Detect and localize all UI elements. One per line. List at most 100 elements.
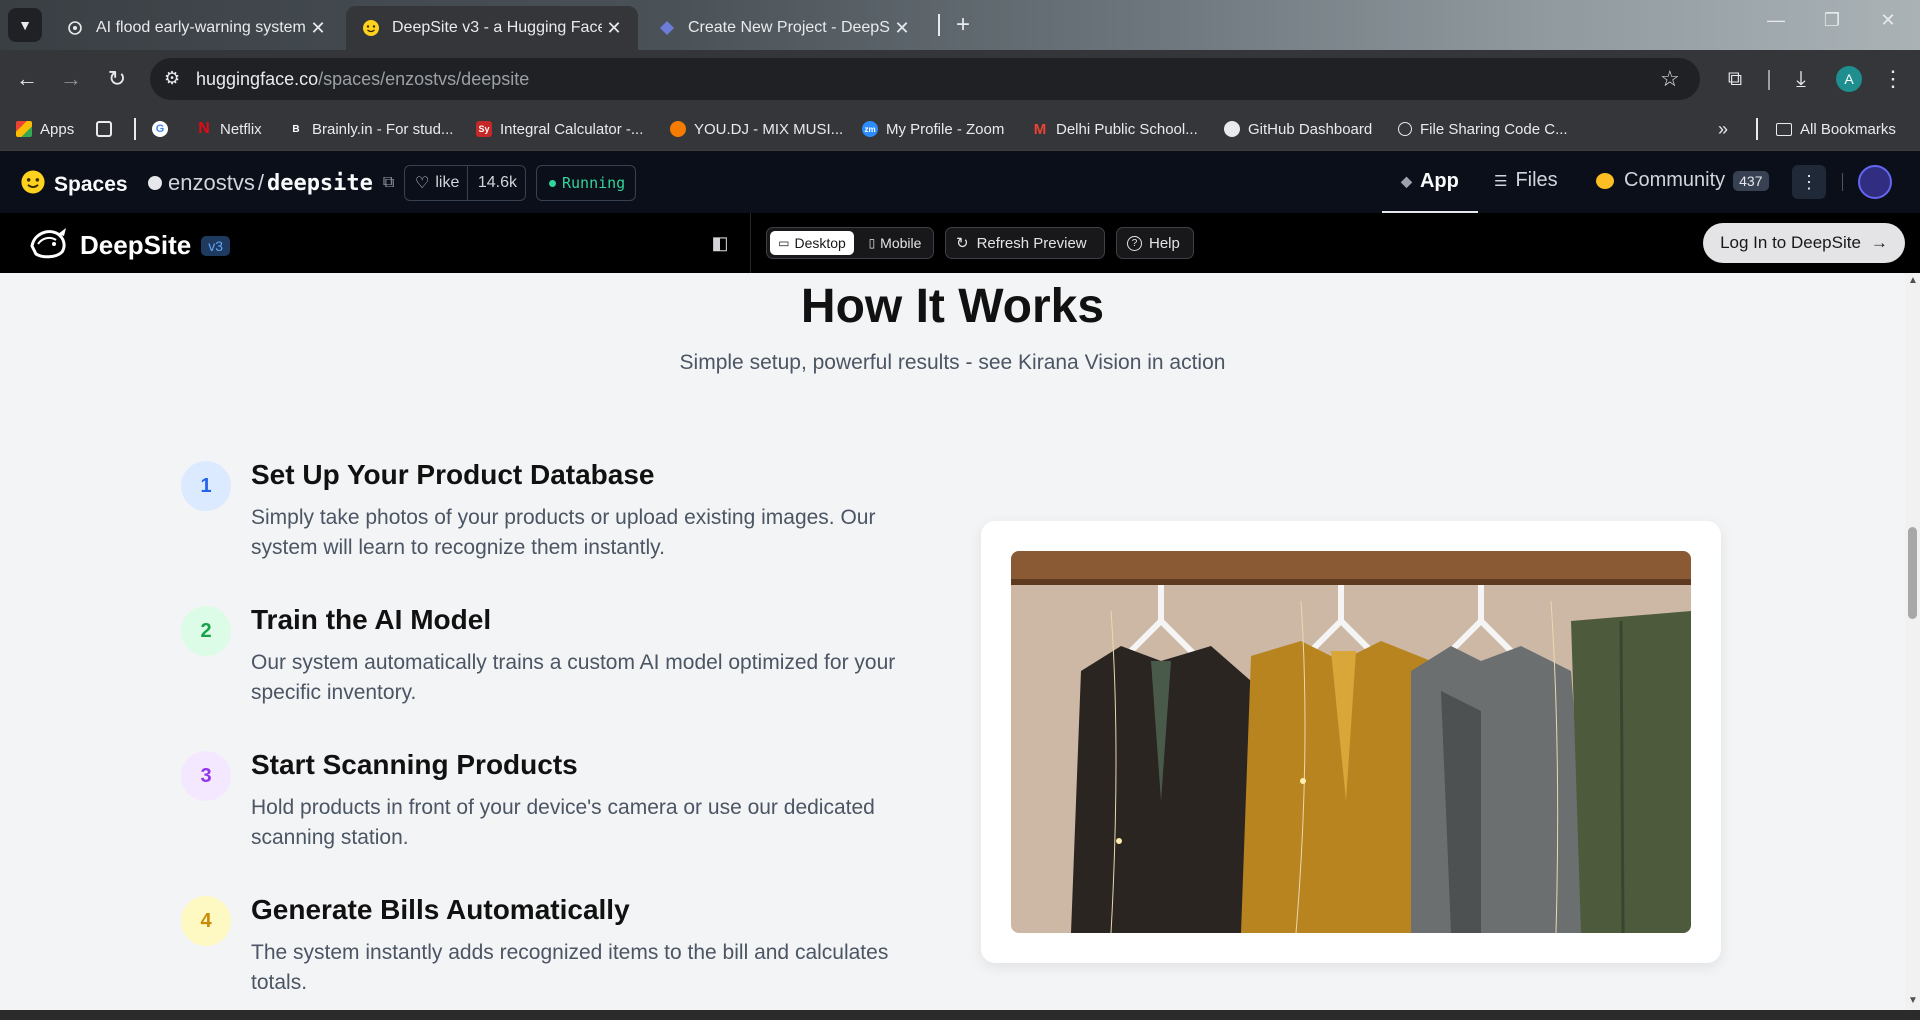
extensions-icon[interactable]: ⧉ — [1720, 64, 1750, 94]
bookmarks-bar: Apps G N Netflix B Brainly.in - For stud… — [0, 108, 1920, 151]
community-icon — [1596, 172, 1614, 189]
all-bookmarks-button[interactable]: All Bookmarks — [1776, 117, 1896, 141]
forward-button[interactable]: → — [56, 64, 86, 94]
close-tab-icon[interactable]: ✕ — [890, 18, 914, 39]
step-description: Hold products in front of your device's … — [251, 796, 875, 849]
help-button[interactable]: ? Help — [1116, 227, 1194, 259]
bookmark-gmail[interactable]: M Delhi Public School... — [1032, 117, 1198, 141]
user-avatar[interactable] — [1858, 165, 1892, 199]
bookmark-github[interactable]: GitHub Dashboard — [1224, 117, 1372, 141]
bottom-edge — [0, 1010, 1920, 1020]
arrow-right-icon: → — [60, 66, 82, 91]
step-title: Set Up Your Product Database — [251, 459, 655, 490]
bookmark-apps[interactable]: Apps — [16, 117, 74, 141]
bookmark-separator — [134, 118, 136, 140]
github-icon — [1224, 121, 1240, 137]
nav-files-tab[interactable]: ☰ Files — [1494, 169, 1558, 192]
deepsite-icon — [658, 19, 676, 37]
like-count: 14.6k — [466, 166, 517, 200]
copy-icon[interactable]: ⧉ — [383, 174, 394, 192]
bookmark-youdj[interactable]: YOU.DJ - MIX MUSI... — [670, 117, 843, 141]
bookmark-integral-calculator[interactable]: Sy Integral Calculator -... — [476, 117, 643, 141]
tab-title: AI flood early-warning system — [96, 19, 306, 36]
maximize-button[interactable]: ❐ — [1812, 10, 1852, 31]
toggle-sidebar-button[interactable]: ◧ — [708, 231, 732, 255]
site-info-icon[interactable]: ⚙ — [164, 68, 180, 89]
tab-flood-warning[interactable]: AI flood early-warning system ✕ — [50, 6, 340, 50]
step-3: 3 Start Scanning Products Hold products … — [181, 749, 941, 861]
step-description: Our system automatically trains a custom… — [251, 651, 896, 704]
minimize-button[interactable]: — — [1756, 10, 1796, 31]
tab-deepsite-space[interactable]: DeepSite v3 - a Hugging Face Space ✕ — [346, 6, 638, 50]
reload-button[interactable]: ↻ — [102, 64, 132, 94]
cube-icon: ◆ — [1401, 172, 1412, 189]
back-button[interactable]: ← — [12, 64, 42, 94]
tab-search-button[interactable]: ▼ — [8, 8, 42, 42]
desktop-view-button[interactable]: ▭ Desktop — [770, 231, 854, 255]
google-icon: G — [152, 121, 168, 137]
grid-icon — [96, 121, 112, 137]
step-title: Train the AI Model — [251, 604, 492, 635]
more-vertical-icon: ⋮ — [1800, 172, 1818, 192]
step-number-badge: 1 — [181, 461, 231, 511]
nav-app-tab[interactable]: ◆ App — [1382, 151, 1478, 213]
bookmark-brainly[interactable]: B Brainly.in - For stud... — [288, 117, 453, 141]
mobile-view-button[interactable]: ▯ Mobile — [859, 231, 931, 255]
huggingface-icon — [362, 19, 380, 37]
monitor-icon: ▭ — [778, 236, 790, 250]
step-number-badge: 4 — [181, 896, 231, 946]
spaces-link[interactable]: Spaces — [20, 169, 128, 200]
close-tab-icon[interactable]: ✕ — [602, 18, 626, 39]
step-title: Generate Bills Automatically — [251, 894, 630, 925]
version-badge: v3 — [201, 235, 231, 256]
address-bar[interactable]: ⚙ huggingface.co/spaces/enzostvs/deepsit… — [150, 58, 1700, 100]
url-text[interactable]: huggingface.co/spaces/enzostvs/deepsite — [196, 69, 529, 90]
browser-menu-icon[interactable]: ⋮ — [1878, 64, 1908, 94]
login-button[interactable]: Log In to DeepSite → — [1703, 223, 1905, 263]
owner-avatar-icon — [148, 176, 162, 190]
nav-community-tab[interactable]: Community 437 — [1596, 169, 1769, 192]
vertical-scrollbar[interactable]: ▲ ▼ — [1905, 273, 1920, 1010]
step-2: 2 Train the AI Model Our system automati… — [181, 604, 941, 716]
smartphone-icon: ▯ — [868, 236, 876, 250]
folder-icon — [1776, 122, 1792, 136]
arrow-right-icon: → — [1870, 233, 1888, 252]
space-menu-button[interactable]: ⋮ — [1792, 165, 1826, 199]
arrow-left-icon: ← — [16, 66, 38, 91]
bookmark-grid[interactable] — [96, 117, 120, 141]
bookmark-google[interactable]: G — [152, 117, 176, 141]
bookmarks-overflow-button[interactable]: » — [1718, 117, 1728, 141]
deepsite-logo[interactable]: DeepSite v3 — [28, 226, 231, 265]
toolbar-divider — [1768, 70, 1770, 90]
bookmark-zoom[interactable]: zm My Profile - Zoom — [862, 117, 1004, 141]
bookmark-netflix[interactable]: N Netflix — [196, 117, 261, 141]
new-tab-button[interactable]: + — [948, 10, 978, 40]
close-window-button[interactable]: ✕ — [1868, 10, 1908, 31]
clothes-rack-image — [1011, 551, 1691, 933]
step-1: 1 Set Up Your Product Database Simply ta… — [181, 459, 941, 571]
scrollbar-thumb[interactable] — [1908, 527, 1917, 619]
close-tab-icon[interactable]: ✕ — [306, 18, 330, 39]
image-card — [981, 521, 1721, 963]
space-repo-link[interactable]: deepsite — [267, 171, 373, 196]
refresh-preview-button[interactable]: ↻ Refresh Preview — [945, 227, 1105, 259]
bookmark-file-sharing[interactable]: File Sharing Code C... — [1398, 117, 1568, 141]
space-path: enzostvs / deepsite ⧉ — [148, 170, 394, 196]
openai-icon — [66, 19, 84, 37]
space-owner-link[interactable]: enzostvs — [168, 170, 255, 196]
running-status-badge: Running — [536, 165, 636, 201]
zoom-icon: zm — [862, 121, 878, 137]
hf-space-header: Spaces enzostvs / deepsite ⧉ ♡ like 14.6… — [0, 151, 1920, 214]
status-dot — [549, 179, 556, 187]
downloads-icon[interactable]: ⤓ — [1786, 64, 1816, 94]
scroll-up-arrow[interactable]: ▲ — [1908, 275, 1918, 286]
tab-create-project[interactable]: Create New Project - DeepSite ✕ — [642, 6, 924, 50]
page-heading: How It Works — [800, 280, 1105, 333]
deepsite-header: DeepSite v3 ◧ ▭ Desktop ▯ Mobile ↻ Refre… — [0, 213, 1920, 274]
profile-avatar[interactable]: A — [1836, 66, 1862, 92]
like-button[interactable]: ♡ like 14.6k — [404, 165, 526, 201]
sidebar-icon: ◧ — [711, 233, 729, 253]
bookmark-star-icon[interactable]: ☆ — [1660, 66, 1680, 92]
browser-toolbar: ← → ↻ ⚙ huggingface.co/spaces/enzostvs/d… — [0, 50, 1920, 108]
scroll-down-arrow[interactable]: ▼ — [1908, 995, 1918, 1006]
